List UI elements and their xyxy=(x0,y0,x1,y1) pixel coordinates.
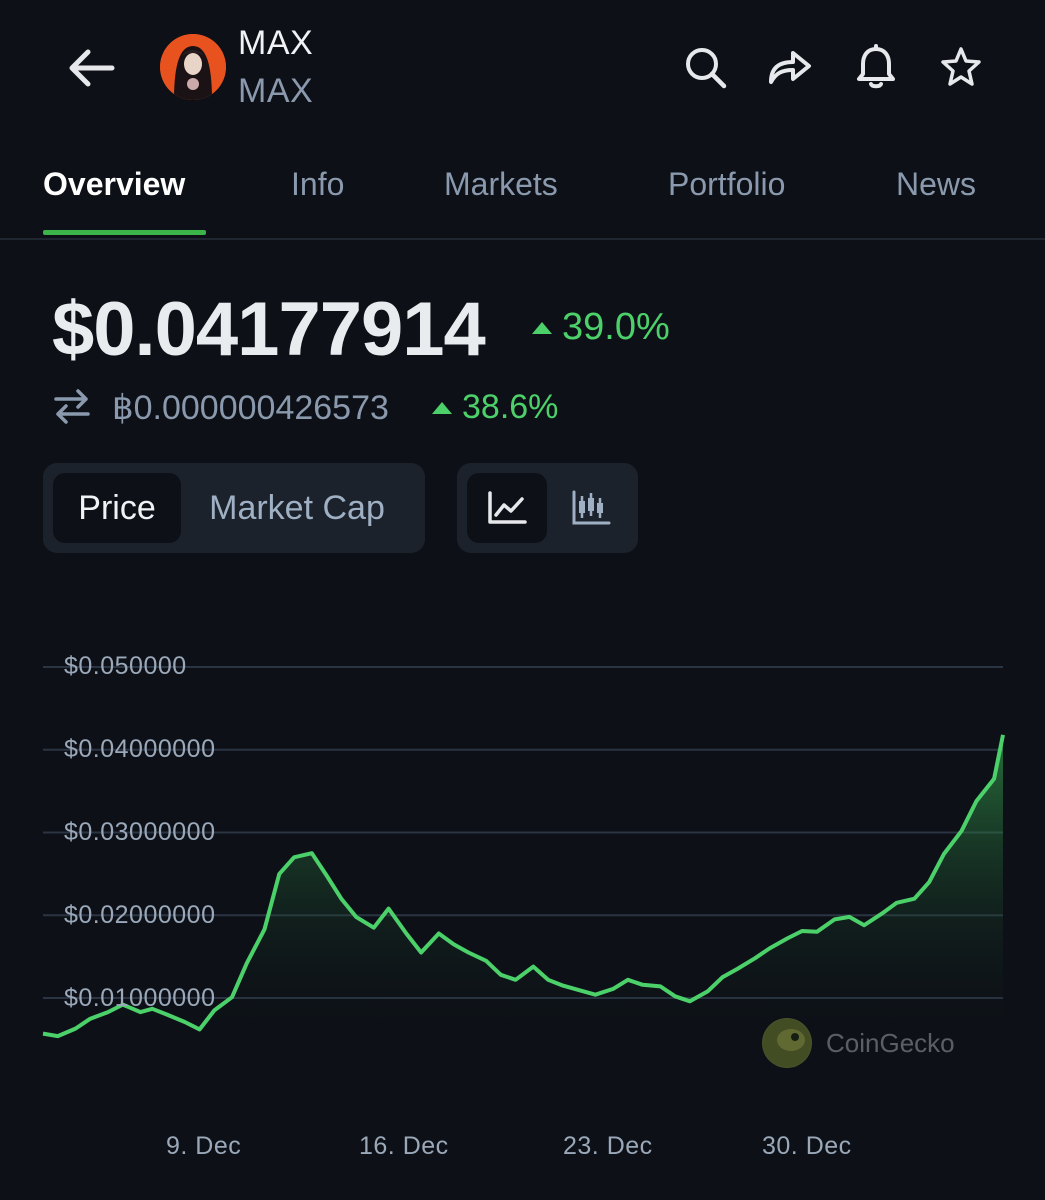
x-tick-label: 9. Dec xyxy=(166,1132,242,1160)
header: MAX MAX xyxy=(0,0,1045,140)
y-tick-label: $0.02000000 xyxy=(64,901,216,929)
btc-change: 38.6% xyxy=(432,388,558,427)
tab-portfolio[interactable]: Portfolio xyxy=(668,166,785,203)
usd-price: $0.04177914 xyxy=(52,287,486,372)
tab-info[interactable]: Info xyxy=(291,166,344,203)
gecko-logo-icon xyxy=(762,1018,812,1068)
y-tick-label: $0.03000000 xyxy=(64,818,216,846)
usd-change: 39.0% xyxy=(532,306,670,349)
btc-change-value: 38.6% xyxy=(462,388,559,426)
share-icon xyxy=(769,51,811,84)
coin-name: MAX xyxy=(238,24,314,62)
x-tick-label: 23. Dec xyxy=(563,1132,653,1160)
favorite-button[interactable] xyxy=(934,40,988,94)
tab-bar: Overview Info Markets Portfolio News xyxy=(0,150,1045,240)
line-chart-icon xyxy=(488,491,527,524)
back-arrow-icon xyxy=(69,49,115,87)
coin-avatar xyxy=(160,34,226,100)
price-marketcap-toggle: Price Market Cap xyxy=(43,463,425,553)
bell-icon xyxy=(857,44,895,89)
usd-change-value: 39.0% xyxy=(562,306,670,348)
search-button[interactable] xyxy=(678,40,732,94)
x-tick-label: 30. Dec xyxy=(762,1132,852,1160)
y-tick-label: $0.04000000 xyxy=(64,735,216,763)
coingecko-watermark: CoinGecko xyxy=(762,1018,955,1068)
btc-price: ฿0.000000426573 xyxy=(112,389,389,427)
swap-icon[interactable] xyxy=(52,386,92,426)
tab-overview[interactable]: Overview xyxy=(43,166,185,203)
watermark-text: CoinGecko xyxy=(826,1027,955,1058)
candlestick-icon xyxy=(572,490,611,525)
star-icon xyxy=(941,47,981,86)
y-tick-label: $0.01000000 xyxy=(64,984,216,1012)
x-tick-label: 16. Dec xyxy=(359,1132,449,1160)
price-chart[interactable]: $0.050000 $0.04000000 $0.03000000 $0.020… xyxy=(0,600,1045,1200)
market-cap-toggle-button[interactable]: Market Cap xyxy=(189,473,405,543)
search-icon xyxy=(686,48,727,89)
price-chart-svg xyxy=(42,666,1005,1039)
up-triangle-icon xyxy=(432,401,452,414)
back-button[interactable] xyxy=(60,40,120,96)
chart-type-toggle xyxy=(457,463,638,553)
share-button[interactable] xyxy=(763,40,817,94)
tab-markets[interactable]: Markets xyxy=(444,166,558,203)
y-tick-label: $0.050000 xyxy=(64,652,187,680)
coin-symbol: MAX xyxy=(238,72,314,110)
active-tab-indicator xyxy=(43,230,206,235)
up-triangle-icon xyxy=(532,321,552,334)
price-toggle-button[interactable]: Price xyxy=(53,473,181,543)
line-chart-button[interactable] xyxy=(467,473,547,543)
alert-button[interactable] xyxy=(849,40,903,94)
tab-news[interactable]: News xyxy=(896,166,976,203)
candlestick-chart-button[interactable] xyxy=(553,473,629,543)
